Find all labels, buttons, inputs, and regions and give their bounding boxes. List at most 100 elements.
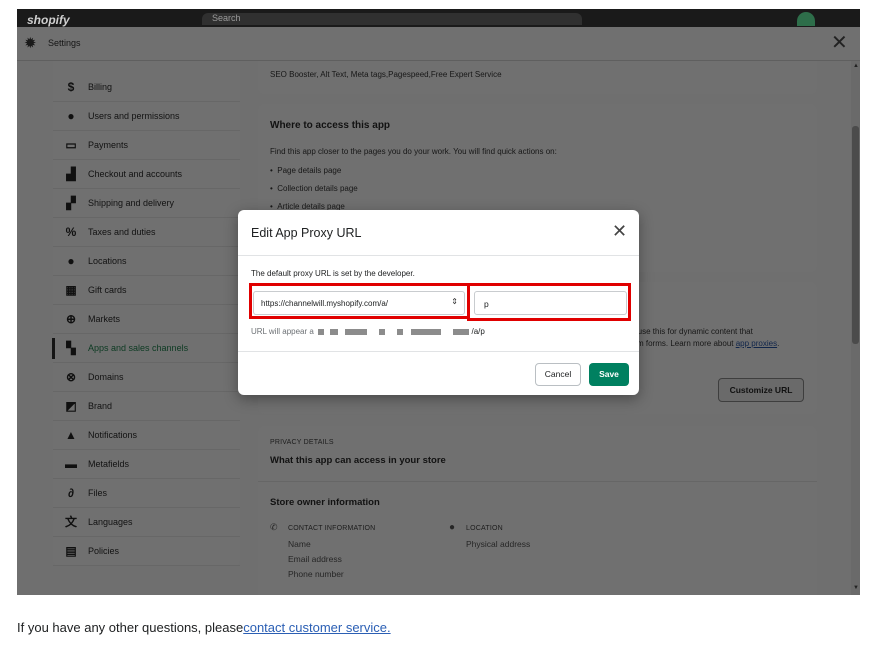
contact-item-name: Name — [288, 539, 311, 549]
sidebar-item-label: Markets — [88, 314, 121, 324]
location-pin-icon: ● — [449, 522, 456, 533]
privacy-eyebrow: PRIVACY DETAILS — [270, 439, 334, 446]
privacy-title: What this app can access in your store — [270, 455, 446, 466]
privacy-divider — [258, 481, 817, 482]
contact-heading: CONTACT INFORMATION — [288, 525, 376, 532]
top-bar: shopify Search — [17, 9, 860, 27]
proxy-text-line1: n use this for dynamic content that — [631, 327, 753, 336]
cancel-button[interactable]: Cancel — [535, 363, 581, 386]
apps-icon: ▚ — [66, 341, 76, 355]
modal-footer-divider — [238, 351, 639, 352]
taxes-icon: % — [65, 225, 77, 239]
sidebar-item-taxes-and-duties[interactable]: % Taxes and duties — [53, 218, 240, 247]
app-tagline: SEO Booster, Alt Text, Meta tags,Pagespe… — [270, 70, 502, 79]
shopify-admin-screenshot: shopify Search ✹ Settings ✕ $ Billing ● Use… — [17, 9, 860, 595]
help-text-prefix: If you have any other questions, please — [17, 620, 244, 635]
payments-icon: ▭ — [65, 138, 77, 152]
avatar[interactable] — [797, 12, 815, 26]
access-description: Find this app closer to the pages you do… — [270, 147, 557, 156]
sidebar-item-shipping-and-delivery[interactable]: ▞ Shipping and delivery — [53, 189, 240, 218]
language-icon: 文 — [64, 515, 77, 529]
modal-header: Edit App Proxy URL ✕ — [238, 210, 639, 256]
sidebar-item-payments[interactable]: ▭ Payments — [53, 131, 240, 160]
sidebar-item-label: Apps and sales channels — [88, 343, 189, 353]
sidebar-item-brand[interactable]: ◩ Brand — [53, 392, 240, 421]
app-proxies-link[interactable]: app proxies — [736, 339, 777, 348]
url-preview-suffix: /a/p — [471, 327, 485, 336]
redacted-block — [378, 328, 385, 335]
access-bullet-1: • Page details page — [270, 166, 342, 175]
sidebar-item-domains[interactable]: ⊗ Domains — [53, 363, 240, 392]
sidebar-item-label: Notifications — [88, 430, 138, 440]
contact-customer-service-link[interactable]: contact customer service. — [243, 620, 390, 635]
app-tagline-card: SEO Booster, Alt Text, Meta tags,Pagespe… — [258, 61, 817, 94]
policies-icon: ▤ — [65, 544, 77, 558]
sidebar-item-label: Files — [88, 488, 108, 498]
redacted-block — [453, 328, 470, 335]
globe-icon: ⊕ — [65, 312, 77, 326]
close-icon[interactable]: ✕ — [612, 221, 627, 241]
gift-icon: ▦ — [65, 283, 77, 297]
scrollbar[interactable]: ▲ ▼ — [851, 61, 860, 595]
save-button[interactable]: Save — [589, 363, 629, 386]
close-icon[interactable]: ✕ — [831, 32, 848, 54]
location-heading: LOCATION — [466, 525, 503, 532]
sidebar-item-label: Shipping and delivery — [88, 198, 175, 208]
select-chevron-icon: ⇕ — [451, 297, 458, 306]
brand-icon: ◩ — [65, 399, 77, 413]
proxy-prefix-select[interactable]: https://channelwill.myshopify.com/a/ ⇕ — [253, 291, 465, 315]
scroll-down-icon[interactable]: ▼ — [853, 585, 859, 591]
redacted-block — [397, 328, 404, 335]
sidebar-item-label: Domains — [88, 372, 124, 382]
sidebar-item-apps-and-sales-channels[interactable]: ▚ Apps and sales channels — [52, 334, 240, 363]
settings-titlebar: ✹ Settings ✕ — [17, 27, 860, 61]
privacy-card: PRIVACY DETAILS What this app can access… — [258, 426, 817, 595]
sidebar-item-languages[interactable]: 文 Languages — [53, 508, 240, 537]
sidebar-item-label: Billing — [88, 82, 113, 92]
user-icon: ● — [67, 109, 75, 123]
sidebar-item-label: Languages — [88, 517, 133, 527]
sidebar-item-metafields[interactable]: ▬ Metafields — [53, 450, 240, 479]
url-preview: URL will appear a /a/p — [251, 327, 485, 336]
proxy-subpath-input[interactable]: p — [474, 291, 627, 315]
sidebar-item-files[interactable]: ∂ Files — [53, 479, 240, 508]
cart-icon: ▟ — [66, 167, 76, 181]
sidebar-item-notifications[interactable]: ▲ Notifications — [53, 421, 240, 450]
truck-icon: ▞ — [66, 196, 76, 210]
sidebar-item-label: Taxes and duties — [88, 227, 156, 237]
gear-icon: ✹ — [24, 35, 37, 52]
scroll-up-icon[interactable]: ▲ — [853, 63, 859, 69]
sidebar-item-checkout-and-accounts[interactable]: ▟ Checkout and accounts — [53, 160, 240, 189]
help-text: If you have any other questions, pleasec… — [17, 620, 391, 635]
modal-title: Edit App Proxy URL — [251, 226, 362, 240]
edit-app-proxy-modal: Edit App Proxy URL ✕ The default proxy U… — [238, 210, 639, 395]
sidebar-item-billing[interactable]: $ Billing — [53, 73, 240, 102]
modal-description: The default proxy URL is set by the deve… — [251, 269, 415, 278]
bell-icon: ▲ — [65, 428, 77, 442]
location-item-address: Physical address — [466, 539, 531, 549]
redacted-block — [344, 328, 367, 335]
shopify-logo: shopify — [27, 13, 70, 27]
sidebar-item-gift-cards[interactable]: ▦ Gift cards — [53, 276, 240, 305]
page-title: Settings — [48, 38, 81, 48]
metafields-icon: ▬ — [65, 457, 77, 471]
scrollbar-thumb[interactable] — [852, 126, 859, 344]
sidebar-item-locations[interactable]: ● Locations — [53, 247, 240, 276]
sidebar-item-label: Gift cards — [88, 285, 127, 295]
sidebar-item-markets[interactable]: ⊕ Markets — [53, 305, 240, 334]
redacted-block — [411, 328, 442, 335]
search-input[interactable]: Search — [202, 13, 582, 25]
sidebar-item-label: Metafields — [88, 459, 130, 469]
phone-icon: ✆ — [270, 522, 278, 532]
redacted-block — [330, 328, 339, 335]
sidebar-item-users-and-permissions[interactable]: ● Users and permissions — [53, 102, 240, 131]
paperclip-icon: ∂ — [68, 486, 74, 500]
sidebar-item-label: Checkout and accounts — [88, 169, 183, 179]
customize-url-button[interactable]: Customize URL — [718, 378, 804, 402]
sidebar-item-label: Policies — [88, 546, 120, 556]
sidebar-item-label: Locations — [88, 256, 127, 266]
proxy-text-line2: m forms. Learn more about app proxies. — [637, 339, 780, 348]
access-title: Where to access this app — [270, 120, 391, 131]
sidebar-item-label: Payments — [88, 140, 129, 150]
sidebar-item-policies[interactable]: ▤ Policies — [53, 537, 240, 566]
